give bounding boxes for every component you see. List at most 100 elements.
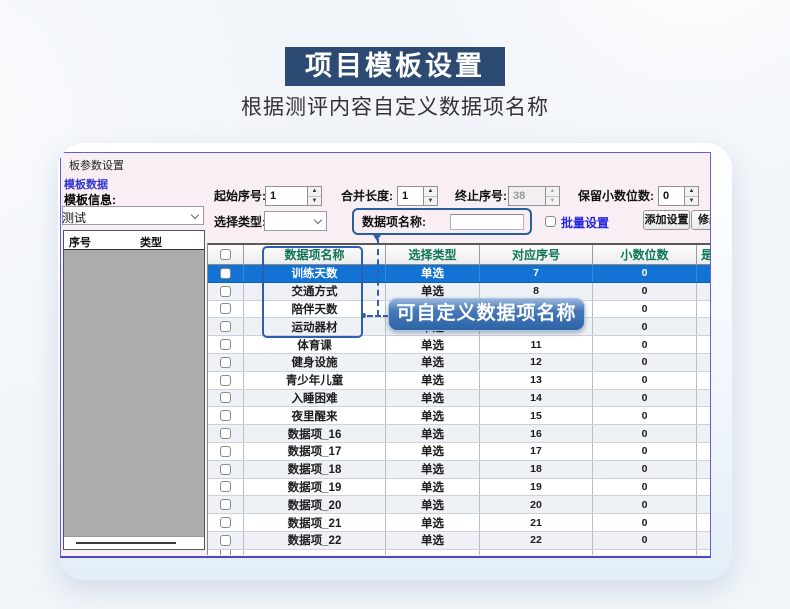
table-row[interactable]: 数据项_19单选190 [208,479,711,497]
merge-len-value[interactable]: 1 [397,186,423,206]
cell-extra [697,461,711,478]
row-checkbox[interactable] [220,481,231,492]
table-row[interactable]: 数据项_20单选200 [208,496,711,514]
cell-item-name: 数据项_16 [244,425,386,442]
row-checkbox[interactable] [220,286,231,297]
select-type-dropdown[interactable] [264,211,327,231]
row-checkbox[interactable] [220,339,231,350]
row-checkbox[interactable] [220,517,231,528]
modify-setting-button[interactable]: 修改 [691,210,711,230]
row-checkbox[interactable] [220,410,231,421]
cell-extra [697,407,711,424]
end-seq-stepper: 38 ▲▼ [508,186,560,206]
cell-extra [697,532,711,549]
cell-select-type: 单选 [386,496,480,513]
left-table-scrollbar[interactable] [64,536,204,549]
table-row[interactable]: 体育课单选110 [208,336,711,354]
cell-extra [697,390,711,407]
table-row[interactable]: 数据项_22单选220 [208,532,711,550]
table-row[interactable]: 数据项_16单选160 [208,425,711,443]
spinner-arrows-icon[interactable]: ▲▼ [423,186,438,206]
template-select[interactable]: 测试 [62,206,204,225]
select-all-checkbox[interactable] [220,249,231,260]
cell-select-type: 单选 [386,407,480,424]
cell-item-name [244,550,386,555]
cell-decimals: 0 [593,336,697,353]
cell-seq: 12 [480,354,593,371]
header-extra[interactable]: 是 [697,245,711,264]
row-checkbox-cell [208,479,244,496]
cell-item-name: 训练天数 [244,265,386,282]
cell-select-type: 单选 [386,443,480,460]
row-checkbox[interactable] [220,321,231,332]
cell-item-name: 数据项_20 [244,496,386,513]
cell-seq: 17 [480,443,593,460]
start-seq-label: 起始序号: [214,186,266,206]
row-checkbox[interactable] [220,268,231,279]
header-seq[interactable]: 对应序号 [480,245,593,264]
row-checkbox-cell [208,550,244,555]
table-row[interactable]: 健身设施单选120 [208,354,711,372]
table-row[interactable]: 夜里醒来单选150 [208,407,711,425]
data-items-table: 数据项名称 选择类型 对应序号 小数位数 是 训练天数单选70交通方式单选80陪… [207,243,711,555]
header-checkbox-cell [208,245,244,264]
cell-decimals: 0 [593,301,697,318]
row-checkbox[interactable] [220,535,231,546]
cell-seq: 7 [480,265,593,282]
decimal-value[interactable]: 0 [658,186,684,206]
spinner-arrows-icon[interactable]: ▲▼ [684,186,699,206]
template-select-value: 测试 [63,207,203,226]
start-seq-stepper[interactable]: 1 ▲▼ [265,186,322,206]
cell-extra [697,265,711,282]
cell-seq: 16 [480,425,593,442]
batch-setting-checkbox[interactable] [545,216,556,227]
annotation-leader-arrow [373,235,381,241]
decimal-label: 保留小数位数: [578,186,654,206]
screenshot-card: 板参数设置 模板数据 模板信息: 测试 序号 类型 起始序号: 1 ▲▼ 合并长… [58,143,732,580]
decimal-stepper[interactable]: 0 ▲▼ [658,186,699,206]
row-checkbox[interactable] [220,446,231,457]
cell-select-type: 单选 [386,354,480,371]
row-checkbox[interactable] [220,303,231,314]
merge-len-stepper[interactable]: 1 ▲▼ [397,186,438,206]
cell-extra [697,372,711,389]
row-checkbox[interactable] [220,375,231,386]
left-items-table[interactable]: 序号 类型 [63,230,205,550]
page-subtitle: 根据测评内容自定义数据项名称 [0,91,790,121]
cell-item-name: 入睡困难 [244,390,386,407]
row-checkbox[interactable] [220,499,231,510]
cell-extra [697,301,711,318]
row-checkbox[interactable] [220,464,231,475]
start-seq-value[interactable]: 1 [265,186,307,206]
table-row[interactable]: 青少年儿童单选130 [208,372,711,390]
scrollbar-thumb[interactable] [76,542,176,544]
spinner-arrows-icon[interactable]: ▲▼ [307,186,322,206]
add-setting-button[interactable]: 添加设置 [643,210,690,230]
header-select-type[interactable]: 选择类型 [386,245,480,264]
row-checkbox[interactable] [220,428,231,439]
item-name-input[interactable] [450,214,524,230]
cell-decimals: 0 [593,372,697,389]
header-decimals[interactable]: 小数位数 [593,245,697,264]
item-name-label: 数据项名称: [362,212,426,232]
row-checkbox[interactable] [220,357,231,368]
cell-seq: 21 [480,514,593,531]
table-row[interactable]: 数据项_21单选210 [208,514,711,532]
cell-select-type: 单选 [386,479,480,496]
cell-extra [697,479,711,496]
batch-setting-label: 批量设置 [561,214,609,231]
header-item-name[interactable]: 数据项名称 [244,245,386,264]
cell-item-name: 数据项_17 [244,443,386,460]
table-row[interactable]: 数据项_18单选180 [208,461,711,479]
table-row[interactable]: 数据项_17单选170 [208,443,711,461]
cell-seq: 20 [480,496,593,513]
cell-item-name: 数据项_21 [244,514,386,531]
table-row[interactable]: 训练天数单选70 [208,265,711,283]
template-data-group-label: 模板数据 [64,176,108,192]
cell-seq: 13 [480,372,593,389]
table-row[interactable]: 入睡困难单选140 [208,390,711,408]
cell-decimals: 0 [593,479,697,496]
cell-item-name: 运动器材 [244,318,386,335]
row-checkbox[interactable] [220,392,231,403]
cell-decimals: 0 [593,390,697,407]
